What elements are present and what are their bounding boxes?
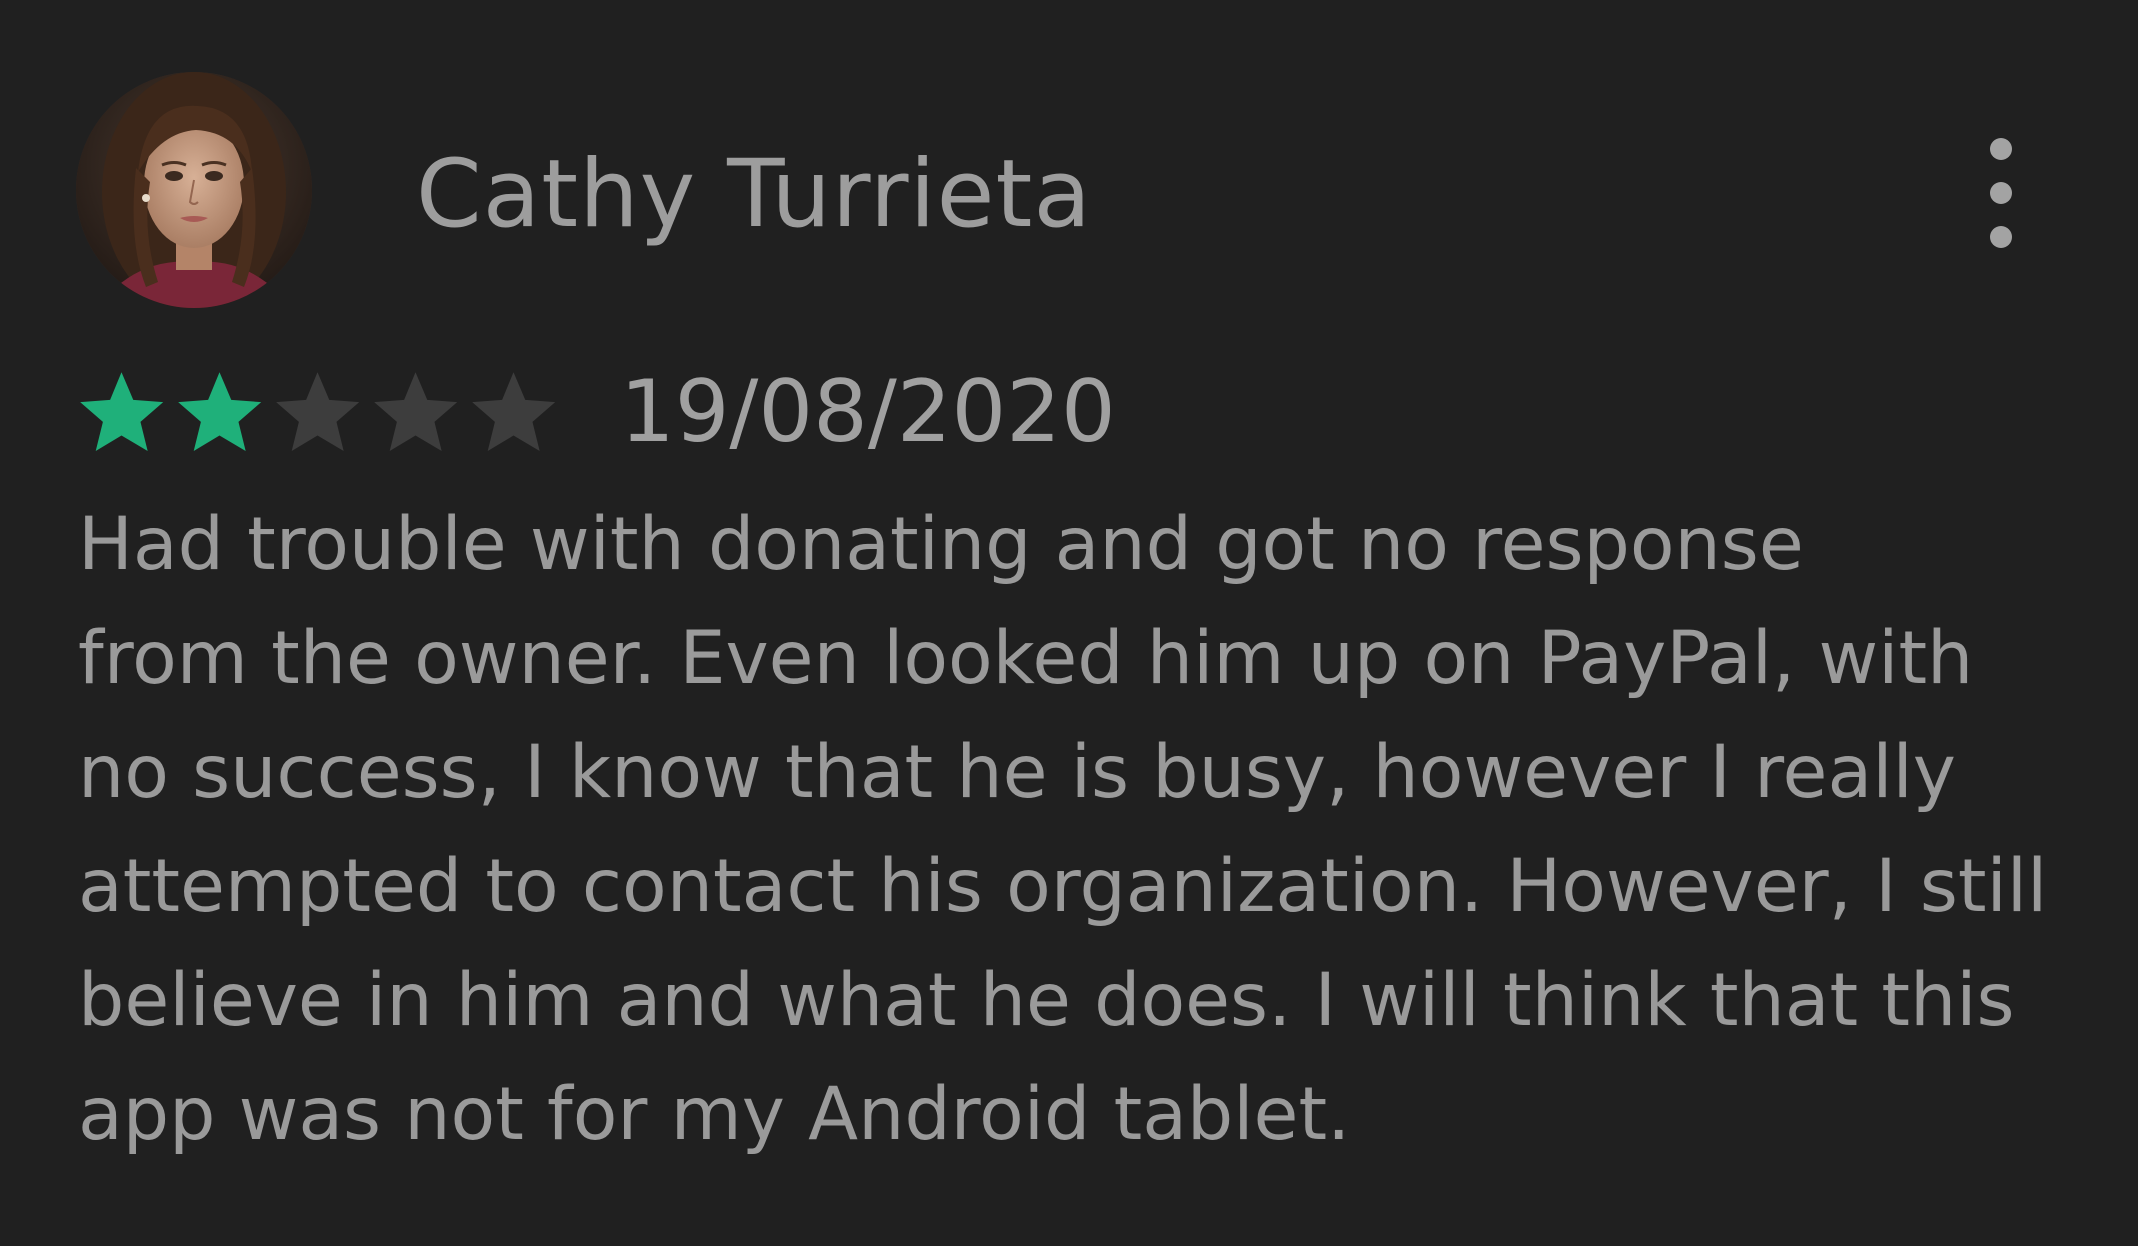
review-text: Had trouble with donating and got no res…	[78, 488, 2078, 1172]
star-icon-4	[374, 372, 458, 452]
star-icon-3	[276, 372, 360, 452]
more-vertical-icon-dot	[1990, 182, 2012, 204]
review-text-line: attempted to contact his organization. H…	[78, 844, 2048, 929]
avatar[interactable]	[76, 72, 312, 308]
star-icon-5	[472, 372, 556, 452]
star-rating	[76, 366, 566, 458]
review-text-line: believe in him and what he does. I will …	[78, 958, 2015, 1043]
review-date: 19/08/2020	[620, 362, 1116, 462]
review-card: Cathy Turrieta 19/08/2020 Had trouble wi…	[0, 0, 2138, 1246]
review-text-line: app was not for my Android tablet.	[78, 1072, 1351, 1157]
star-icon-2	[178, 372, 262, 452]
review-text-line: no success, I know that he is busy, howe…	[78, 730, 1956, 815]
more-vertical-icon-dot	[1990, 226, 2012, 248]
more-vertical-icon	[1990, 138, 2012, 160]
rating-row: 19/08/2020	[76, 362, 1116, 462]
star-icon-1	[80, 372, 164, 452]
more-options-button[interactable]	[1970, 138, 2032, 248]
review-text-line: from the owner. Even looked him up on Pa…	[78, 616, 1974, 701]
author-name: Cathy Turrieta	[416, 140, 1092, 249]
user-avatar-photo-icon	[76, 72, 312, 308]
review-text-line: Had trouble with donating and got no res…	[78, 502, 1804, 587]
